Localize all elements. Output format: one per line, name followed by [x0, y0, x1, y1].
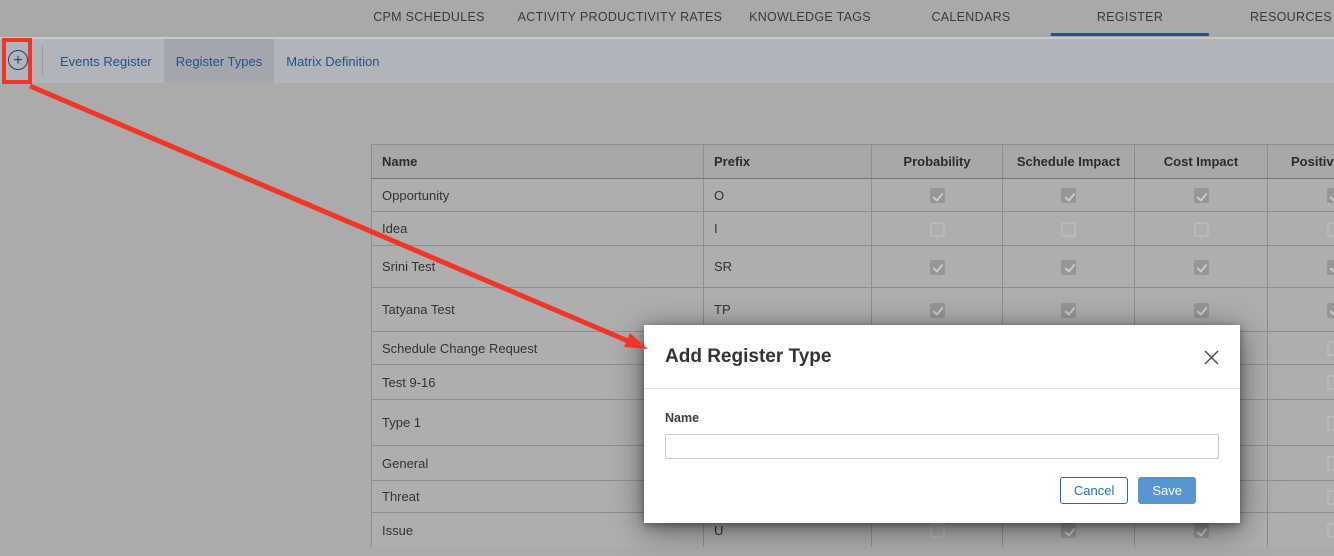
checkbox-cost_impact[interactable]	[1193, 302, 1209, 318]
cell-positive	[1267, 480, 1334, 513]
cancel-button[interactable]: Cancel	[1059, 477, 1129, 504]
checkbox-positive[interactable]	[1326, 341, 1334, 357]
subnav-item-register-types[interactable]: Register Types	[163, 39, 275, 83]
checkbox-probability[interactable]	[929, 221, 945, 237]
checkbox-positive[interactable]	[1326, 221, 1334, 237]
cell-positive	[1267, 287, 1334, 332]
cell-positive	[1267, 178, 1334, 212]
add-register-type-button[interactable]: +	[6, 45, 30, 75]
cell-cost_impact	[1134, 211, 1268, 246]
cell-positive	[1267, 211, 1334, 246]
checkbox-schedule_impact[interactable]	[1061, 302, 1076, 318]
checkbox-probability[interactable]	[929, 523, 945, 539]
cell-probability	[871, 245, 1003, 288]
add-register-type-modal: Add Register Type Name Cancel Save	[644, 325, 1240, 523]
app-screen: CPM SCHEDULES ACTIVITY PRODUCTIVITY RATES…	[0, 0, 1334, 556]
cell-name: Srini Test	[371, 245, 704, 288]
checkbox-cost_impact[interactable]	[1193, 188, 1209, 204]
column-header-probability: Probability	[871, 144, 1003, 179]
checkbox-positive[interactable]	[1326, 188, 1334, 204]
cell-cost_impact	[1134, 178, 1268, 212]
checkbox-probability[interactable]	[929, 188, 945, 204]
modal-header: Add Register Type	[644, 325, 1240, 389]
checkbox-positive[interactable]	[1326, 375, 1334, 391]
table-row[interactable]: Opportunity O	[371, 178, 1334, 212]
subnav-items: Events Register Register Types Matrix Defi…	[52, 39, 387, 83]
modal-footer: Cancel Save	[665, 459, 1219, 504]
name-input[interactable]	[665, 434, 1219, 459]
cell-probability	[871, 178, 1003, 212]
column-header-prefix: Prefix	[703, 144, 872, 179]
cell-prefix: O	[703, 178, 872, 212]
column-header-schedule-impact: Schedule Impact	[1002, 144, 1135, 179]
close-button[interactable]	[1201, 347, 1222, 368]
cell-positive	[1267, 512, 1334, 547]
cell-name: Opportunity	[371, 178, 704, 212]
cell-positive	[1267, 245, 1334, 288]
save-button[interactable]: Save	[1138, 477, 1196, 504]
cell-prefix: SR	[703, 245, 872, 288]
cell-positive	[1267, 331, 1334, 365]
column-header-positive: Positive	[1267, 144, 1334, 179]
checkbox-positive[interactable]	[1326, 456, 1334, 472]
checkbox-positive[interactable]	[1326, 302, 1334, 318]
table-row[interactable]: Srini Test SR	[371, 245, 1334, 288]
tab-calendars[interactable]: CALENDARS	[931, 0, 1010, 37]
column-header-name: Name	[371, 144, 704, 179]
subnav-item-events-register[interactable]: Events Register	[52, 39, 160, 83]
cell-cost_impact	[1134, 245, 1268, 288]
cell-name: Idea	[371, 211, 704, 246]
tab-cpm-schedules[interactable]: CPM SCHEDULES	[373, 0, 485, 37]
checkbox-probability[interactable]	[929, 259, 945, 275]
checkbox-schedule_impact[interactable]	[1061, 221, 1076, 237]
top-nav: CPM SCHEDULES ACTIVITY PRODUCTIVITY RATES…	[0, 0, 1334, 37]
checkbox-schedule_impact[interactable]	[1061, 259, 1076, 275]
modal-body: Name Cancel Save	[644, 389, 1240, 504]
name-field-label: Name	[665, 411, 700, 425]
cell-positive	[1267, 364, 1334, 400]
sub-nav: + Events Register Register Types Matrix De…	[0, 37, 1334, 83]
tab-resources[interactable]: RESOURCES	[1250, 0, 1332, 37]
cell-positive	[1267, 445, 1334, 481]
checkbox-cost_impact[interactable]	[1193, 259, 1209, 275]
tab-activity-productivity-rates[interactable]: ACTIVITY PRODUCTIVITY RATES	[518, 0, 723, 37]
cell-schedule_impact	[1002, 245, 1135, 288]
checkbox-schedule_impact[interactable]	[1061, 188, 1076, 204]
subnav-item-matrix-definition[interactable]: Matrix Definition	[278, 39, 387, 83]
cell-probability	[871, 211, 1003, 246]
checkbox-positive[interactable]	[1326, 489, 1334, 505]
table-row[interactable]: Idea I	[371, 211, 1334, 246]
tab-knowledge-tags[interactable]: KNOWLEDGE TAGS	[749, 0, 871, 37]
modal-title: Add Register Type	[665, 346, 832, 367]
plus-circle-icon: +	[8, 50, 28, 70]
column-header-cost-impact: Cost Impact	[1134, 144, 1268, 179]
checkbox-positive[interactable]	[1326, 523, 1334, 539]
checkbox-cost_impact[interactable]	[1193, 221, 1209, 237]
cell-schedule_impact	[1002, 211, 1135, 246]
cell-prefix: I	[703, 211, 872, 246]
checkbox-probability[interactable]	[929, 302, 945, 318]
x-icon	[1204, 350, 1219, 365]
cell-positive	[1267, 399, 1334, 446]
tab-register[interactable]: REGISTER	[1097, 0, 1163, 37]
checkbox-schedule_impact[interactable]	[1061, 523, 1076, 539]
checkbox-cost_impact[interactable]	[1193, 523, 1209, 539]
cell-schedule_impact	[1002, 178, 1135, 212]
checkbox-positive[interactable]	[1326, 415, 1334, 431]
subnav-divider	[42, 46, 43, 75]
checkbox-positive[interactable]	[1326, 259, 1334, 275]
